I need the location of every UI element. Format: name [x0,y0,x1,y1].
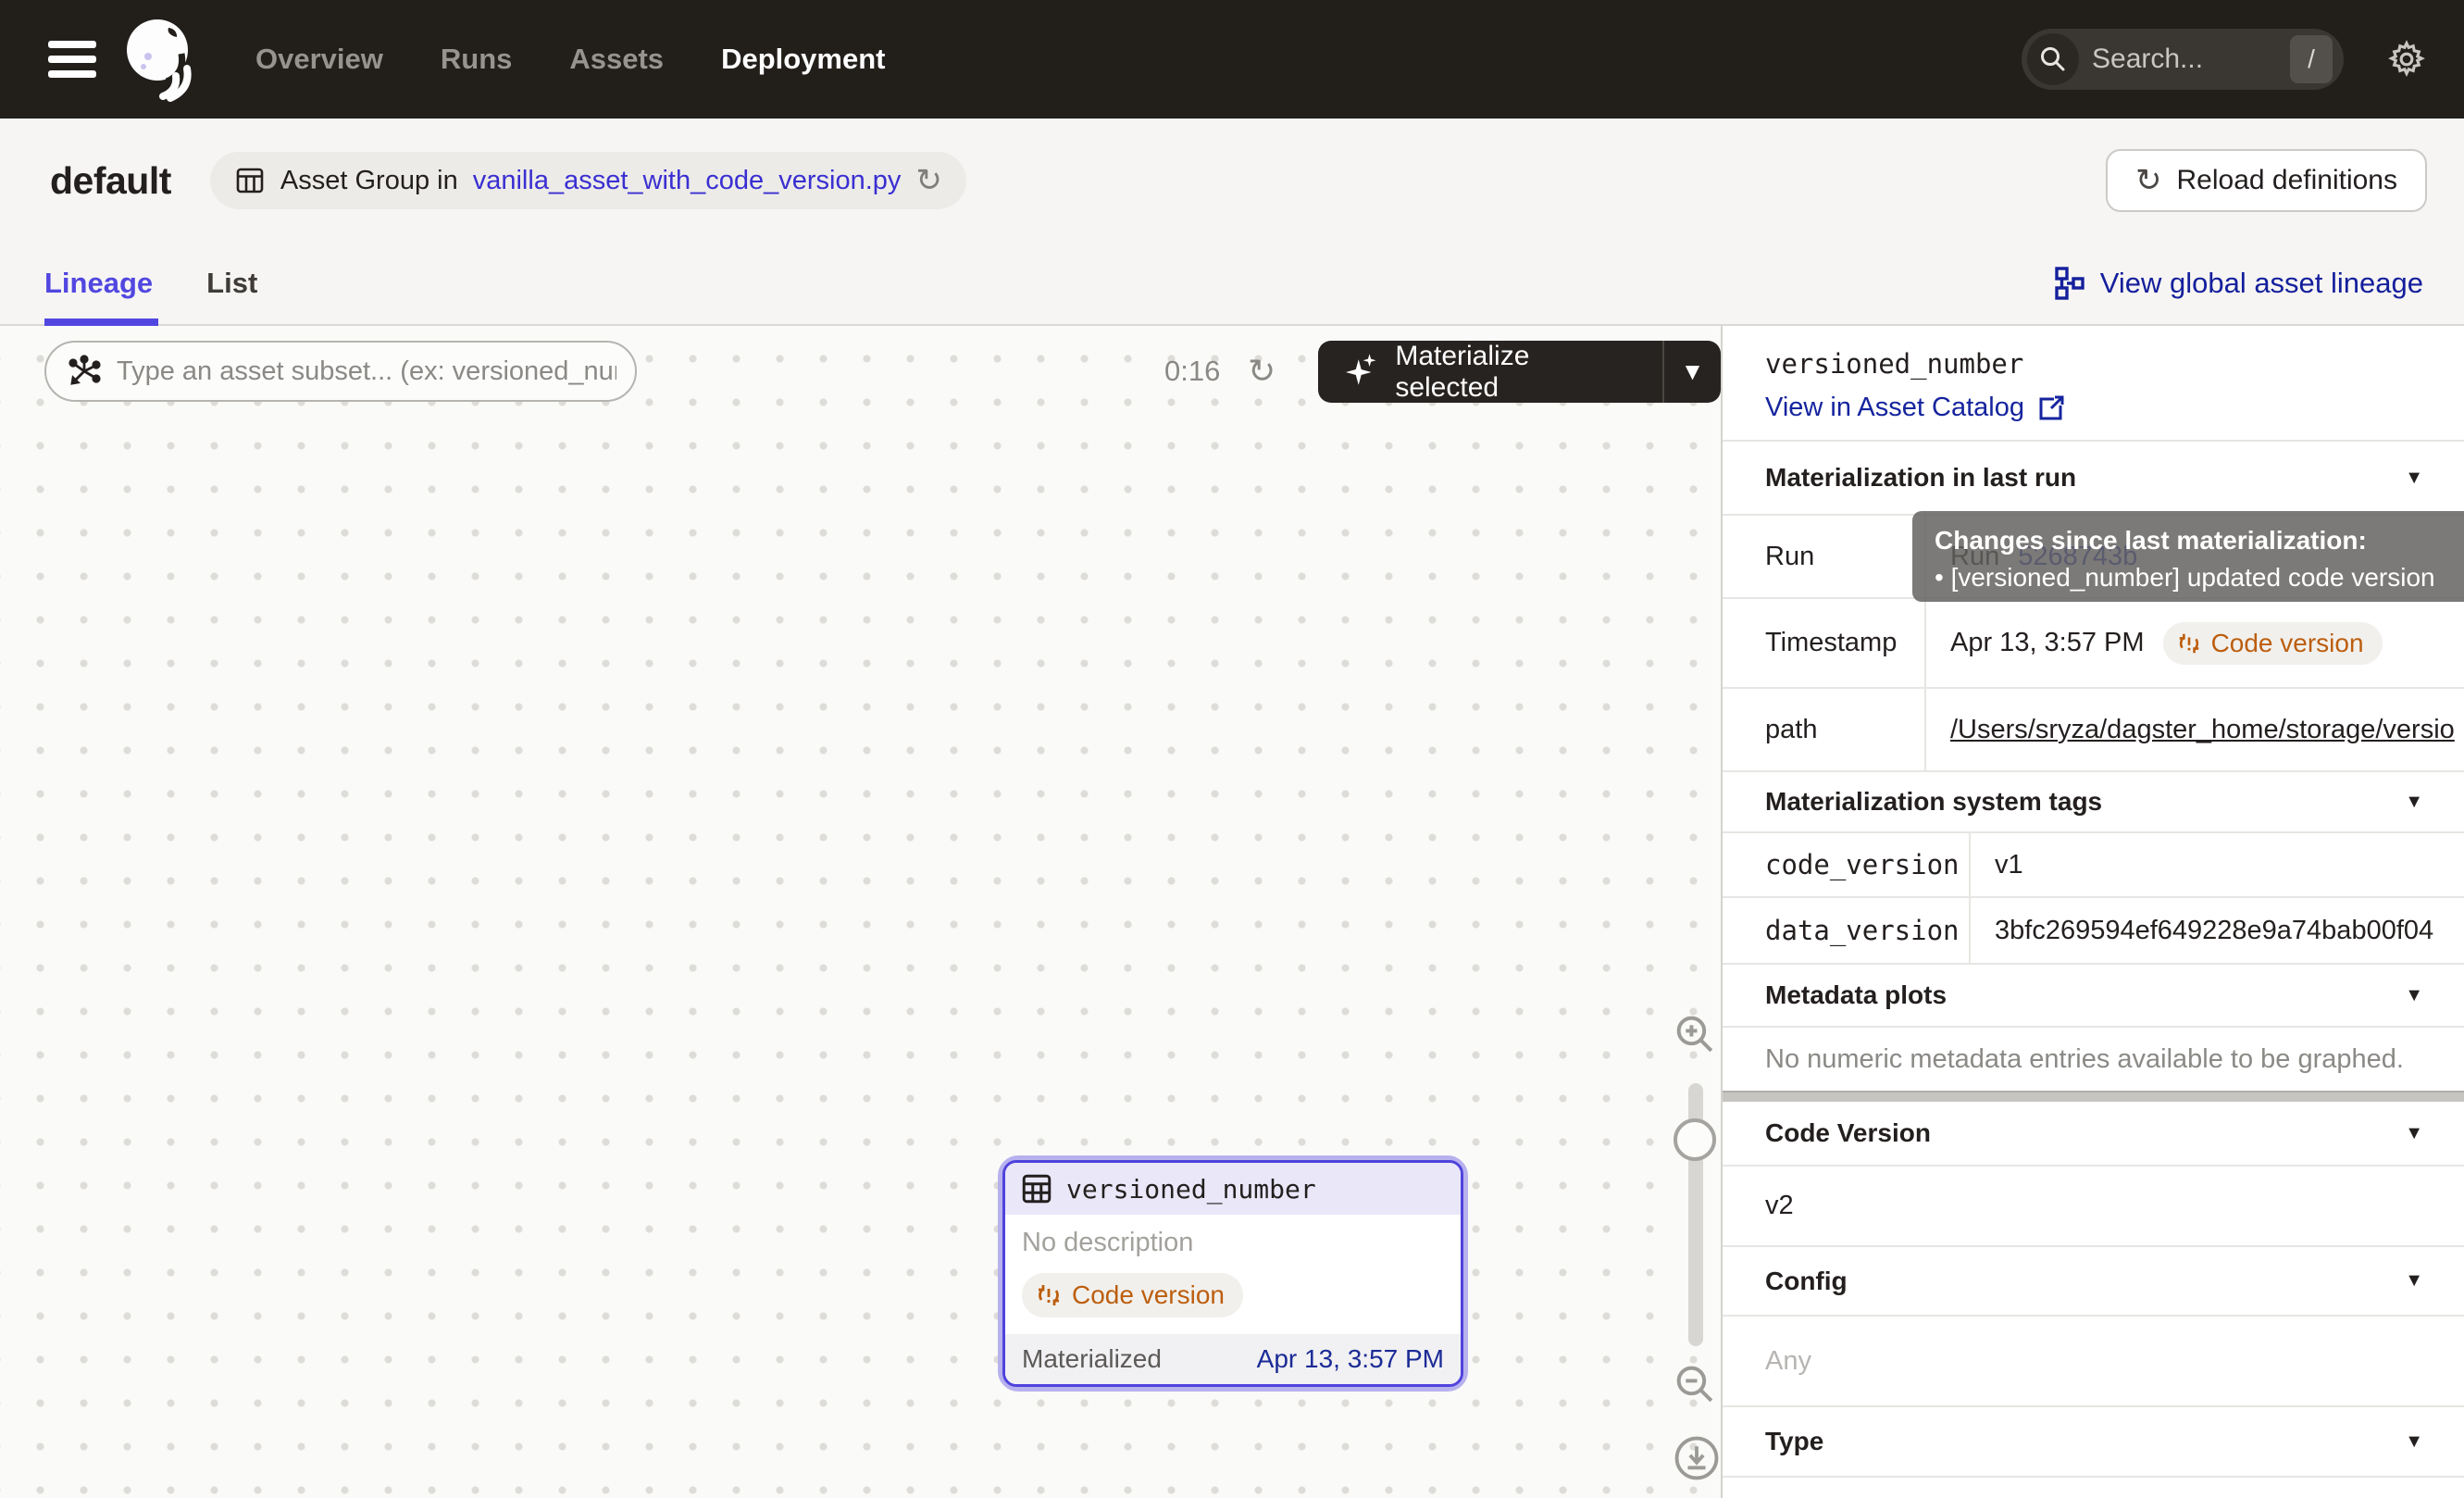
view-in-asset-catalog-link[interactable]: View in Asset Catalog [1765,393,2421,423]
download-image-icon[interactable] [1672,1433,1722,1483]
code-version-changed-icon [1035,1281,1063,1309]
asset-node-description: No description [1022,1228,1444,1258]
chevron-down-icon[interactable]: ▼ [2405,985,2423,1006]
page-title: default [50,159,171,203]
asset-node-header: versioned_number [1005,1163,1461,1215]
dagster-logo-icon[interactable] [120,15,200,104]
page-header: default Asset Group in vanilla_asset_wit… [0,119,2464,243]
code-version-changed-icon [2176,630,2202,656]
refresh-icon: ↻ [2135,165,2162,196]
sidebar-asset-name: versioned_number [1765,348,2421,380]
materialized-label: Materialized [1022,1344,1162,1374]
hamburger-menu-icon[interactable] [48,41,96,78]
tag-key: data_version [1723,898,1971,963]
materialize-options-caret[interactable]: ▼ [1664,357,1721,386]
nav-assets[interactable]: Assets [569,43,664,76]
zoom-slider[interactable] [1688,1083,1703,1346]
path-row: path /Users/sryza/dagster_home/storage/v… [1723,687,2464,770]
global-search[interactable]: / [2022,29,2344,90]
zoom-slider-handle[interactable] [1674,1118,1716,1161]
nav-overview[interactable]: Overview [255,43,383,76]
reload-definitions-button[interactable]: ↻ Reload definitions [2106,149,2427,212]
section-system-tags[interactable]: Materialization system tags▼ [1723,770,2464,831]
asset-graph-filter-icon [67,354,102,389]
asset-graph-canvas[interactable]: 0:16 ↻ Materialize selected ▼ versioned [0,326,1723,1498]
search-icon [2027,33,2079,85]
asset-node-name: versioned_number [1066,1174,1316,1205]
materialized-time-link[interactable]: Apr 13, 3:57 PM [1257,1344,1444,1374]
timestamp-row: Timestamp Apr 13, 3:57 PM Code version [1723,597,2464,687]
tag-value: 3bfc269594ef649228e9a74bab00f04 [1971,898,2464,963]
config-value: Any [1723,1315,2464,1405]
changes-since-materialization-tooltip: Changes since last materialization: • [v… [1912,511,2464,602]
search-input[interactable] [2092,44,2277,75]
external-link-icon [2037,394,2065,422]
graph-refresh-icon[interactable]: ↻ [1248,341,1276,402]
nav-deployment[interactable]: Deployment [721,43,885,76]
nav-runs[interactable]: Runs [441,43,513,76]
asset-node-status-bar: Materialized Apr 13, 3:57 PM [1005,1334,1461,1384]
tag-row: data_version 3bfc269594ef649228e9a74bab0… [1723,896,2464,963]
panel-resize-divider[interactable] [1723,1091,2464,1102]
zoom-in-icon[interactable] [1672,1011,1720,1059]
tab-row: Lineage List View global asset lineage [0,243,2464,326]
path-value-link[interactable]: /Users/sryza/dagster_home/storage/versio [1950,715,2455,745]
chevron-down-icon[interactable]: ▼ [2405,1123,2423,1144]
dagster-app: Overview Runs Assets Deployment / defaul… [0,0,2464,1498]
section-materialization-last-run[interactable]: Materialization in last run▼ [1723,440,2464,514]
chevron-down-icon[interactable]: ▼ [2405,1431,2423,1453]
timestamp-label: Timestamp [1723,599,1926,687]
asset-detail-sidebar: versioned_number View in Asset Catalog M… [1723,326,2464,1498]
top-nav: Overview Runs Assets Deployment / [0,0,2464,119]
search-shortcut-key: / [2290,35,2333,83]
tag-row: code_version v1 [1723,831,2464,896]
tooltip-item: • [versioned_number] updated code versio… [1935,559,2464,596]
asset-group-file-link[interactable]: vanilla_asset_with_code_version.py [473,166,902,196]
timestamp-value: Apr 13, 3:57 PM [1950,628,2145,658]
metadata-plots-empty-text: No numeric metadata entries available to… [1723,1026,2464,1091]
path-label: path [1723,689,1926,770]
lineage-graph-icon [2054,266,2085,301]
section-type[interactable]: Type▼ [1723,1405,2464,1476]
asset-node-versioned-number[interactable]: versioned_number No description Code ver… [998,1155,1468,1392]
tooltip-title: Changes since last materialization: [1935,522,2464,559]
refresh-countdown: 0:16 [1164,341,1220,402]
asset-subset-input[interactable] [117,356,616,387]
asset-subset-filter[interactable] [44,341,637,402]
chevron-down-icon[interactable]: ▼ [2405,1270,2423,1292]
run-label: Run [1723,516,1926,597]
section-code-version[interactable]: Code Version▼ [1723,1102,2464,1165]
tab-lineage[interactable]: Lineage [44,243,153,324]
code-version-badge: Code version [1022,1273,1243,1317]
code-version-value: v2 [1723,1165,2464,1245]
settings-gear-icon[interactable] [2386,39,2427,80]
zoom-out-icon[interactable] [1672,1361,1720,1409]
view-global-asset-lineage-link[interactable]: View global asset lineage [2054,266,2423,301]
asset-group-prefix: Asset Group in [280,166,458,196]
section-metadata-plots[interactable]: Metadata plots▼ [1723,963,2464,1026]
sparkle-icon [1344,352,1380,393]
reload-location-icon[interactable]: ↻ [915,165,942,196]
chevron-down-icon[interactable]: ▼ [2405,468,2423,489]
asset-group-breadcrumb: Asset Group in vanilla_asset_with_code_v… [210,152,966,209]
tag-value: v1 [1971,833,2464,896]
tag-key: code_version [1723,833,1971,896]
primary-nav: Overview Runs Assets Deployment [255,43,885,76]
chevron-down-icon[interactable]: ▼ [2405,792,2423,813]
materialize-selected-button[interactable]: Materialize selected ▼ [1318,341,1721,403]
tab-list[interactable]: List [206,243,257,324]
section-config[interactable]: Config▼ [1723,1245,2464,1315]
code-version-badge: Code version [2163,622,2383,665]
table-icon [1020,1172,1053,1205]
table-icon [234,165,266,196]
